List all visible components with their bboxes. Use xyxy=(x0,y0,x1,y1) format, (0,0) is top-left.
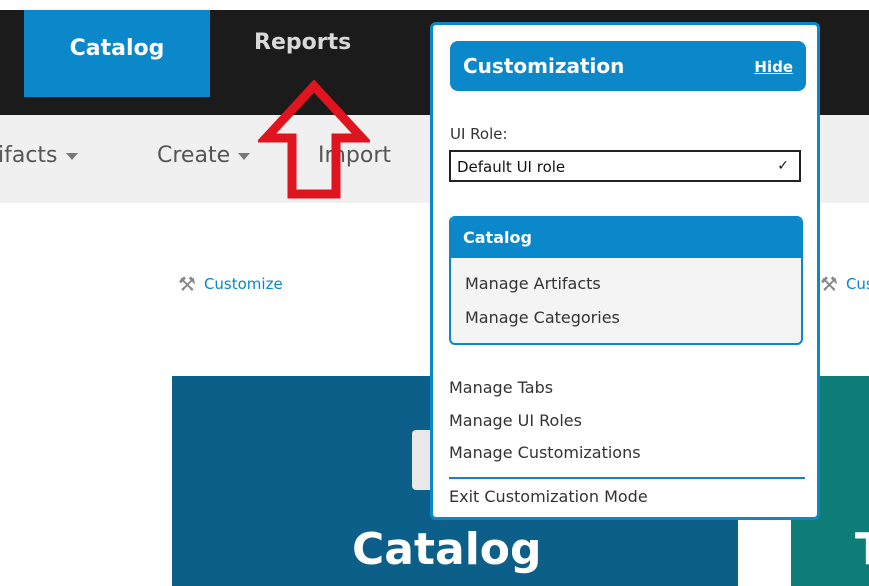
top-strip xyxy=(0,0,869,10)
exit-customization-link[interactable]: Exit Customization Mode xyxy=(449,487,648,506)
subnav-create-label: Create xyxy=(157,143,231,168)
manage-customizations-link[interactable]: Manage Customizations xyxy=(449,443,641,462)
menu-divider xyxy=(449,477,805,479)
customize-label-right: Cus xyxy=(845,275,869,293)
tab-catalog-label: Catalog xyxy=(69,36,165,61)
customize-label: Customize xyxy=(203,275,283,293)
customize-link[interactable]: ⚒ Customize xyxy=(178,272,283,296)
catalog-section-title: Catalog xyxy=(451,218,801,258)
manage-categories-link[interactable]: Manage Categories xyxy=(465,308,620,327)
customization-panel: Customization Hide UI Role: Default UI r… xyxy=(430,22,820,520)
manage-artifacts-link[interactable]: Manage Artifacts xyxy=(465,274,601,293)
caret-down-icon xyxy=(65,152,78,160)
manage-ui-roles-link[interactable]: Manage UI Roles xyxy=(449,411,582,430)
red-arrow-annotation xyxy=(258,80,370,199)
chevron-down-icon: ✓ xyxy=(777,158,789,174)
wrench-icon: ⚒ xyxy=(178,272,196,296)
tab-reports[interactable]: Reports xyxy=(254,30,351,55)
teal-tile-title: T xyxy=(855,524,869,575)
subnav-create[interactable]: Create xyxy=(157,143,251,168)
tab-reports-label: Reports xyxy=(254,30,352,55)
hide-link[interactable]: Hide xyxy=(754,58,793,76)
manage-tabs-link[interactable]: Manage Tabs xyxy=(449,378,553,397)
catalog-tile-title: Catalog xyxy=(352,524,542,575)
customization-panel-header: Customization Hide xyxy=(450,41,806,91)
ui-role-label: UI Role: xyxy=(450,125,508,143)
caret-down-icon xyxy=(238,152,251,160)
customization-panel-title: Customization xyxy=(463,54,625,78)
subnav-artifacts[interactable]: ifacts xyxy=(0,143,78,168)
subnav-artifacts-label: ifacts xyxy=(0,143,58,168)
tab-catalog[interactable]: Catalog xyxy=(24,10,210,97)
catalog-section: Catalog Manage Artifacts Manage Categori… xyxy=(449,216,803,345)
wrench-icon: ⚒ xyxy=(820,272,838,296)
ui-role-value: Default UI role xyxy=(457,158,566,176)
customize-link-right[interactable]: ⚒ Cus xyxy=(820,272,869,296)
ui-role-select[interactable]: Default UI role ✓ xyxy=(449,150,801,182)
